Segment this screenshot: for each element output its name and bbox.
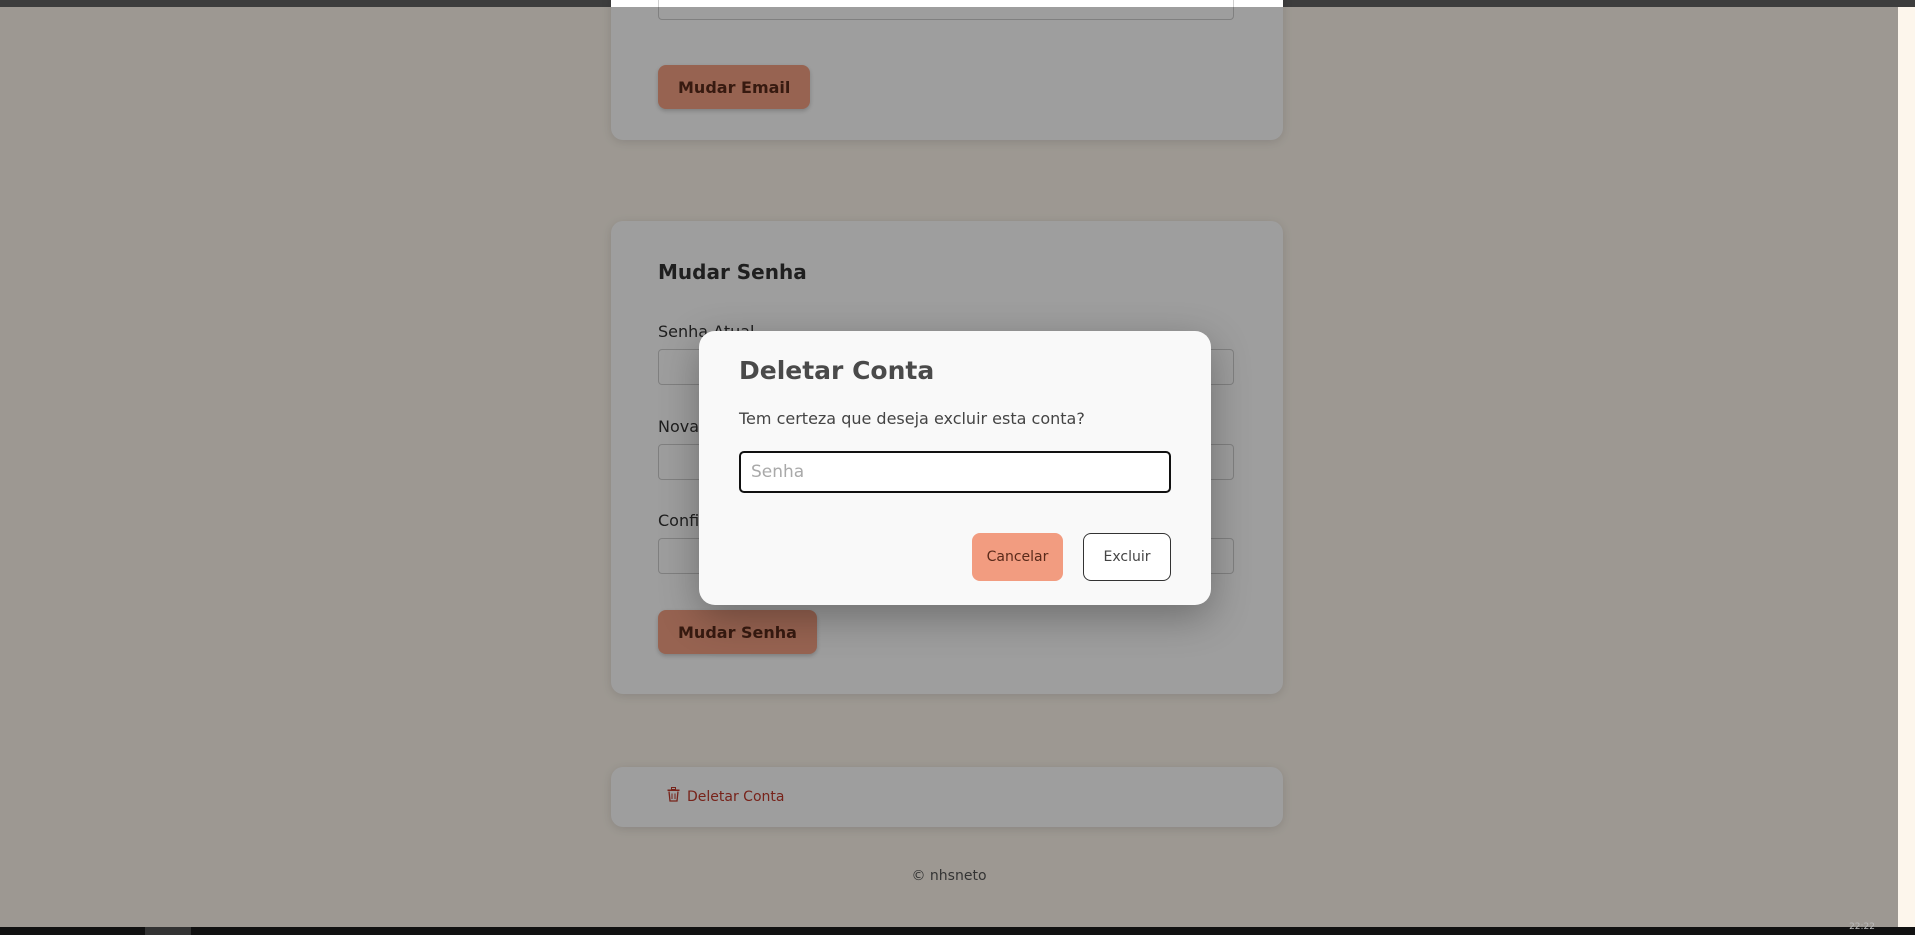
taskbar: 22:22 [0,922,1915,935]
delete-account-dialog: Deletar Conta Tem certeza que deseja exc… [699,331,1211,605]
scrollbar[interactable] [1898,7,1915,927]
cancel-button[interactable]: Cancelar [972,533,1063,581]
taskbar-clock: 22:22 [1849,922,1875,932]
confirm-delete-button[interactable]: Excluir [1083,533,1171,581]
dialog-title: Deletar Conta [739,356,935,385]
password-input[interactable] [739,451,1171,493]
taskbar-item[interactable] [145,927,191,935]
dialog-message: Tem certeza que deseja excluir esta cont… [739,409,1085,428]
